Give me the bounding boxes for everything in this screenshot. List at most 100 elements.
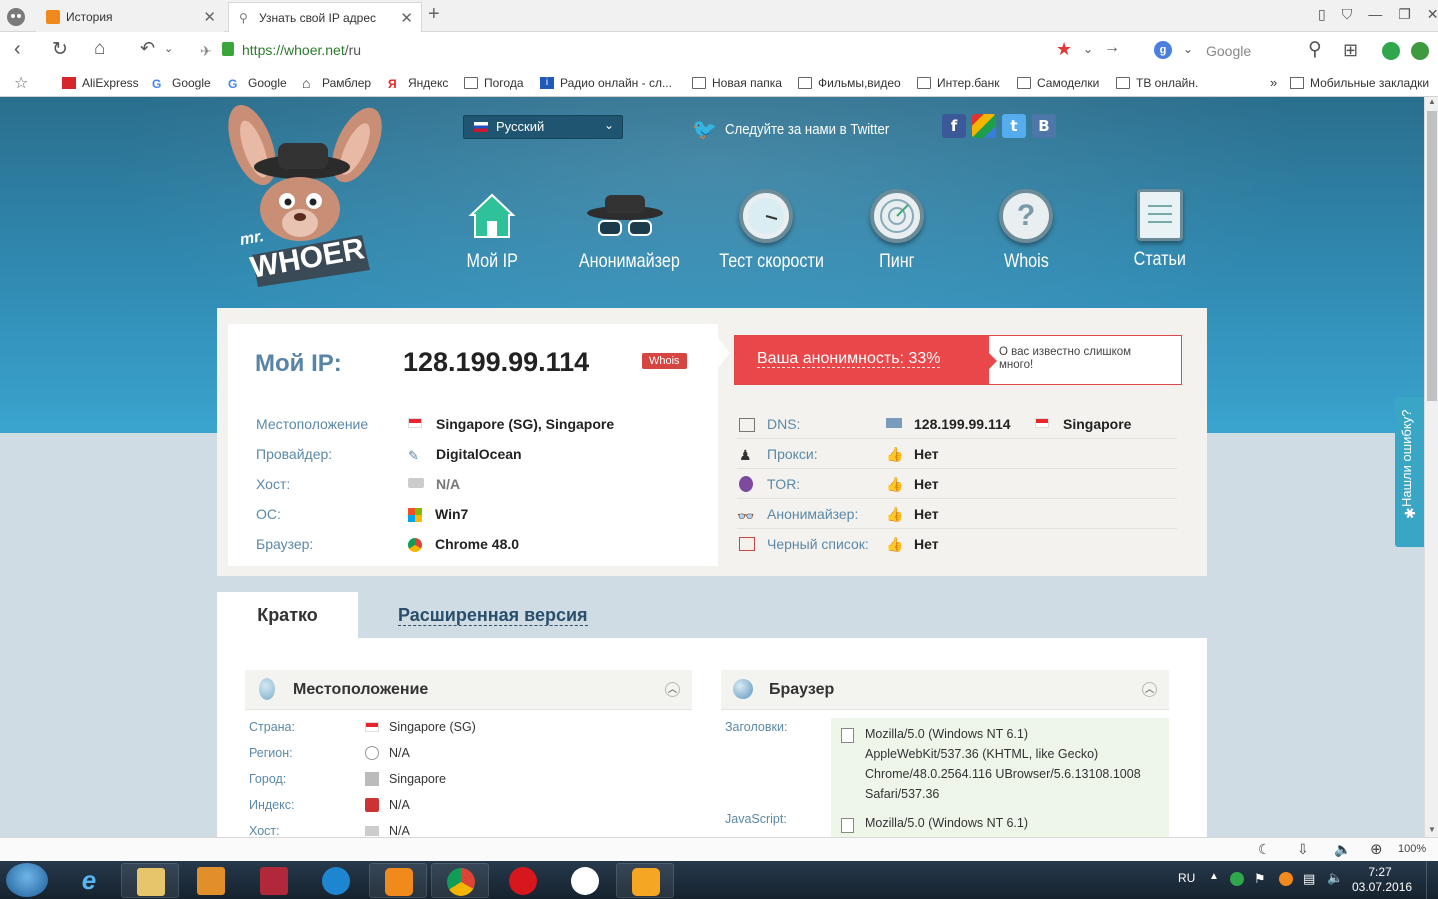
scroll-up-arrow[interactable]: ▲	[1428, 97, 1436, 106]
bookmark-rambler[interactable]: ⌂ Рамблер	[302, 76, 371, 90]
taskbar-ucbrowser[interactable]	[369, 863, 427, 898]
thumbs-up-icon: 👍	[886, 446, 904, 462]
twitter-icon[interactable]: t	[1002, 114, 1026, 138]
undo-close-icon[interactable]: ↶	[140, 38, 155, 59]
close-window-icon[interactable]: ✕	[1427, 6, 1438, 22]
new-tab-button[interactable]: +	[428, 3, 440, 26]
vk-icon[interactable]: B	[1032, 114, 1056, 138]
bookmark-bank[interactable]: Интер.банк	[917, 76, 999, 90]
show-desktop-button[interactable]	[1426, 861, 1438, 899]
network-icon[interactable]: ▤	[1303, 871, 1315, 887]
chevron-down-icon[interactable]: ⌄	[1083, 42, 1093, 56]
bookmark-new-folder[interactable]: Новая папка	[692, 76, 782, 90]
bookmark-weather[interactable]: Погода	[464, 76, 524, 90]
volume-icon[interactable]: 🔈	[1334, 841, 1351, 858]
bookmark-mobile[interactable]: Мобильные закладки	[1290, 76, 1429, 90]
nav-whois[interactable]: ? Whois	[986, 189, 1066, 273]
search-engine-icon[interactable]: g	[1154, 41, 1172, 59]
nav-anonymizer[interactable]: Анонимайзер	[570, 189, 680, 273]
tray-ucbrowser-icon[interactable]	[1279, 872, 1293, 886]
flag-icon[interactable]: ⚑	[1254, 871, 1266, 887]
close-tab-icon[interactable]: ✕	[400, 9, 413, 27]
globe-icon[interactable]	[1411, 42, 1429, 60]
taskbar-opera[interactable]	[494, 863, 552, 898]
chevron-down-icon[interactable]: ⌄	[1183, 42, 1193, 56]
facebook-icon[interactable]: f	[942, 114, 966, 138]
taskbar-explorer[interactable]	[121, 863, 179, 898]
tray-chevron-icon[interactable]: ▲	[1209, 871, 1219, 882]
feedback-tab[interactable]: Нашли ошибку? ✱	[1395, 397, 1424, 547]
location-section-header[interactable]: Местоположение ︿	[245, 670, 692, 710]
taskbar-chrome[interactable]	[431, 863, 489, 898]
collapse-icon[interactable]: ︿	[1142, 682, 1157, 697]
search-input[interactable]: Google	[1206, 43, 1251, 59]
star-icon[interactable]: ☆	[14, 73, 28, 93]
tab-history[interactable]: История ✕	[36, 2, 224, 32]
ie-icon[interactable]: e	[72, 865, 106, 895]
nav-articles[interactable]: Статьи	[1120, 189, 1200, 271]
taskbar-mailru[interactable]	[616, 863, 674, 898]
start-button[interactable]	[6, 863, 48, 897]
bookmark-films[interactable]: Фильмы,видео	[798, 76, 901, 90]
bookmark-radio[interactable]: i Радио онлайн - сл...	[540, 76, 672, 90]
apps-grid-icon[interactable]: ⊞	[1343, 40, 1358, 61]
address-bar: ‹ ↻ ⌂ ↶ ⌄ ✈ https://whoer.net/ru ★ ⌄ → g…	[0, 32, 1438, 70]
tray-app-icon[interactable]	[1230, 872, 1244, 886]
nav-ping[interactable]: Пинг	[857, 189, 937, 273]
nav-speed-test[interactable]: Тест скорости	[710, 189, 824, 273]
tab-whoer[interactable]: ⚲ Узнать свой IP адрес ✕	[228, 2, 422, 32]
url-field[interactable]: https://whoer.net/ru	[242, 42, 361, 58]
scroll-down-arrow[interactable]: ▼	[1428, 825, 1436, 834]
extension-icon[interactable]	[1382, 42, 1400, 60]
skin-icon[interactable]: ⛉	[1342, 6, 1369, 22]
twitter-follow-link[interactable]: 🐦 Следуйте за нами в Twitter	[692, 117, 912, 142]
browser-menu-icon[interactable]	[4, 5, 28, 27]
volume-icon[interactable]: 🔈	[1327, 870, 1343, 886]
language-select[interactable]: Русский ⌄	[463, 115, 623, 139]
whois-badge[interactable]: Whois	[642, 353, 687, 369]
night-mode-icon[interactable]: ☾	[1258, 841, 1271, 858]
taskbar-app-xcv[interactable]	[245, 863, 303, 898]
home-icon[interactable]: ⌂	[94, 38, 105, 60]
whoer-logo[interactable]: mr. WHOER	[222, 104, 382, 290]
bookmark-yandex[interactable]: Я Яндекс	[388, 76, 448, 91]
browser-section-header[interactable]: Браузер ︿	[721, 670, 1169, 710]
bookmarks-overflow-chevron[interactable]: »	[1270, 75, 1277, 90]
search-icon[interactable]: ⚲	[1308, 38, 1322, 61]
download-icon[interactable]: ⇩	[1297, 841, 1309, 858]
anonymity-box[interactable]: Ваша анонимность: 33% О вас известно сли…	[734, 335, 1182, 385]
bookmark-google-2[interactable]: G Google	[228, 76, 287, 91]
bookmark-google-1[interactable]: G Google	[152, 76, 211, 91]
bookmark-aliexpress[interactable]: AliExpress	[62, 76, 139, 90]
tab-brief[interactable]: Кратко	[217, 592, 358, 638]
collapse-icon[interactable]: ︿	[665, 682, 680, 697]
bookmark-tv[interactable]: ТВ онлайн.	[1116, 76, 1198, 90]
minimize-icon[interactable]: —	[1368, 6, 1398, 22]
maximize-icon[interactable]: ❐	[1398, 6, 1427, 22]
page-scrollbar[interactable]: ▲ ▼	[1424, 97, 1438, 837]
rocket-icon: ✈	[200, 43, 212, 59]
go-arrow-icon[interactable]: →	[1104, 39, 1120, 57]
scroll-thumb[interactable]	[1427, 111, 1437, 401]
nav-my-ip[interactable]: Мой IP	[452, 189, 532, 273]
system-clock[interactable]: 7:27 03.07.2016	[1352, 865, 1412, 895]
star-bookmark-icon[interactable]: ★	[1056, 39, 1072, 60]
taskbar-media[interactable]	[182, 863, 240, 898]
input-language[interactable]: RU	[1178, 871, 1195, 885]
taskbar-yandex[interactable]	[556, 863, 614, 898]
bookmark-diy[interactable]: Самоделки	[1017, 76, 1099, 90]
taskbar-maxthon[interactable]	[307, 863, 365, 898]
reload-icon[interactable]: ↻	[52, 38, 68, 61]
document-icon	[841, 728, 854, 743]
tab-extended[interactable]: Расширенная версия	[398, 592, 588, 638]
folder-icon	[137, 868, 165, 896]
google-plus-icon[interactable]	[972, 114, 996, 138]
chevron-down-icon[interactable]: ⌄	[164, 42, 173, 55]
zoom-level[interactable]: 100%	[1398, 843, 1426, 855]
sidebar-icon[interactable]: ▯	[1318, 6, 1342, 22]
back-icon[interactable]: ‹	[14, 38, 21, 61]
my-ip-value[interactable]: 128.199.99.114	[403, 347, 589, 378]
close-tab-icon[interactable]: ✕	[203, 8, 216, 26]
zoom-icon[interactable]: ⊕	[1370, 840, 1383, 858]
ip-info-card: Мой IP: 128.199.99.114 Whois Местоположе…	[217, 308, 1207, 576]
